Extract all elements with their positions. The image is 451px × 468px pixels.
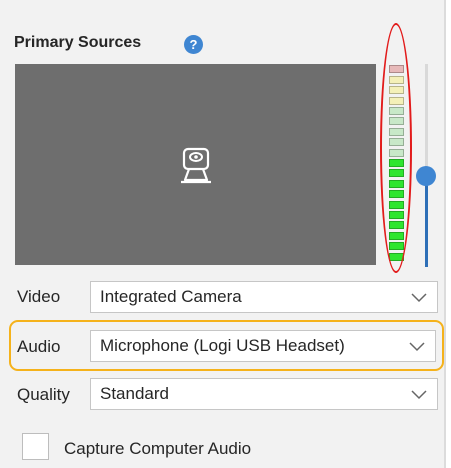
section-title: Primary Sources — [14, 34, 142, 51]
video-select-value: Integrated Camera — [100, 287, 242, 306]
chevron-down-icon — [411, 390, 427, 400]
video-label: Video — [17, 287, 61, 306]
panel-divider — [444, 0, 446, 468]
help-icon[interactable]: ? — [184, 35, 203, 54]
video-preview — [15, 64, 376, 265]
volume-slider-fill — [425, 176, 428, 267]
capture-computer-audio-label: Capture Computer Audio — [64, 439, 252, 458]
webcam-icon — [181, 147, 211, 184]
chevron-down-icon — [411, 293, 427, 303]
video-select[interactable]: Integrated Camera — [90, 281, 438, 313]
capture-computer-audio-checkbox[interactable] — [22, 433, 49, 460]
quality-label: Quality — [17, 385, 70, 404]
quality-select[interactable]: Standard — [90, 378, 438, 410]
audio-highlight-annotation — [9, 320, 444, 371]
quality-select-value: Standard — [100, 384, 169, 403]
meter-highlight-annotation — [380, 23, 412, 273]
volume-slider-thumb[interactable] — [416, 166, 436, 186]
